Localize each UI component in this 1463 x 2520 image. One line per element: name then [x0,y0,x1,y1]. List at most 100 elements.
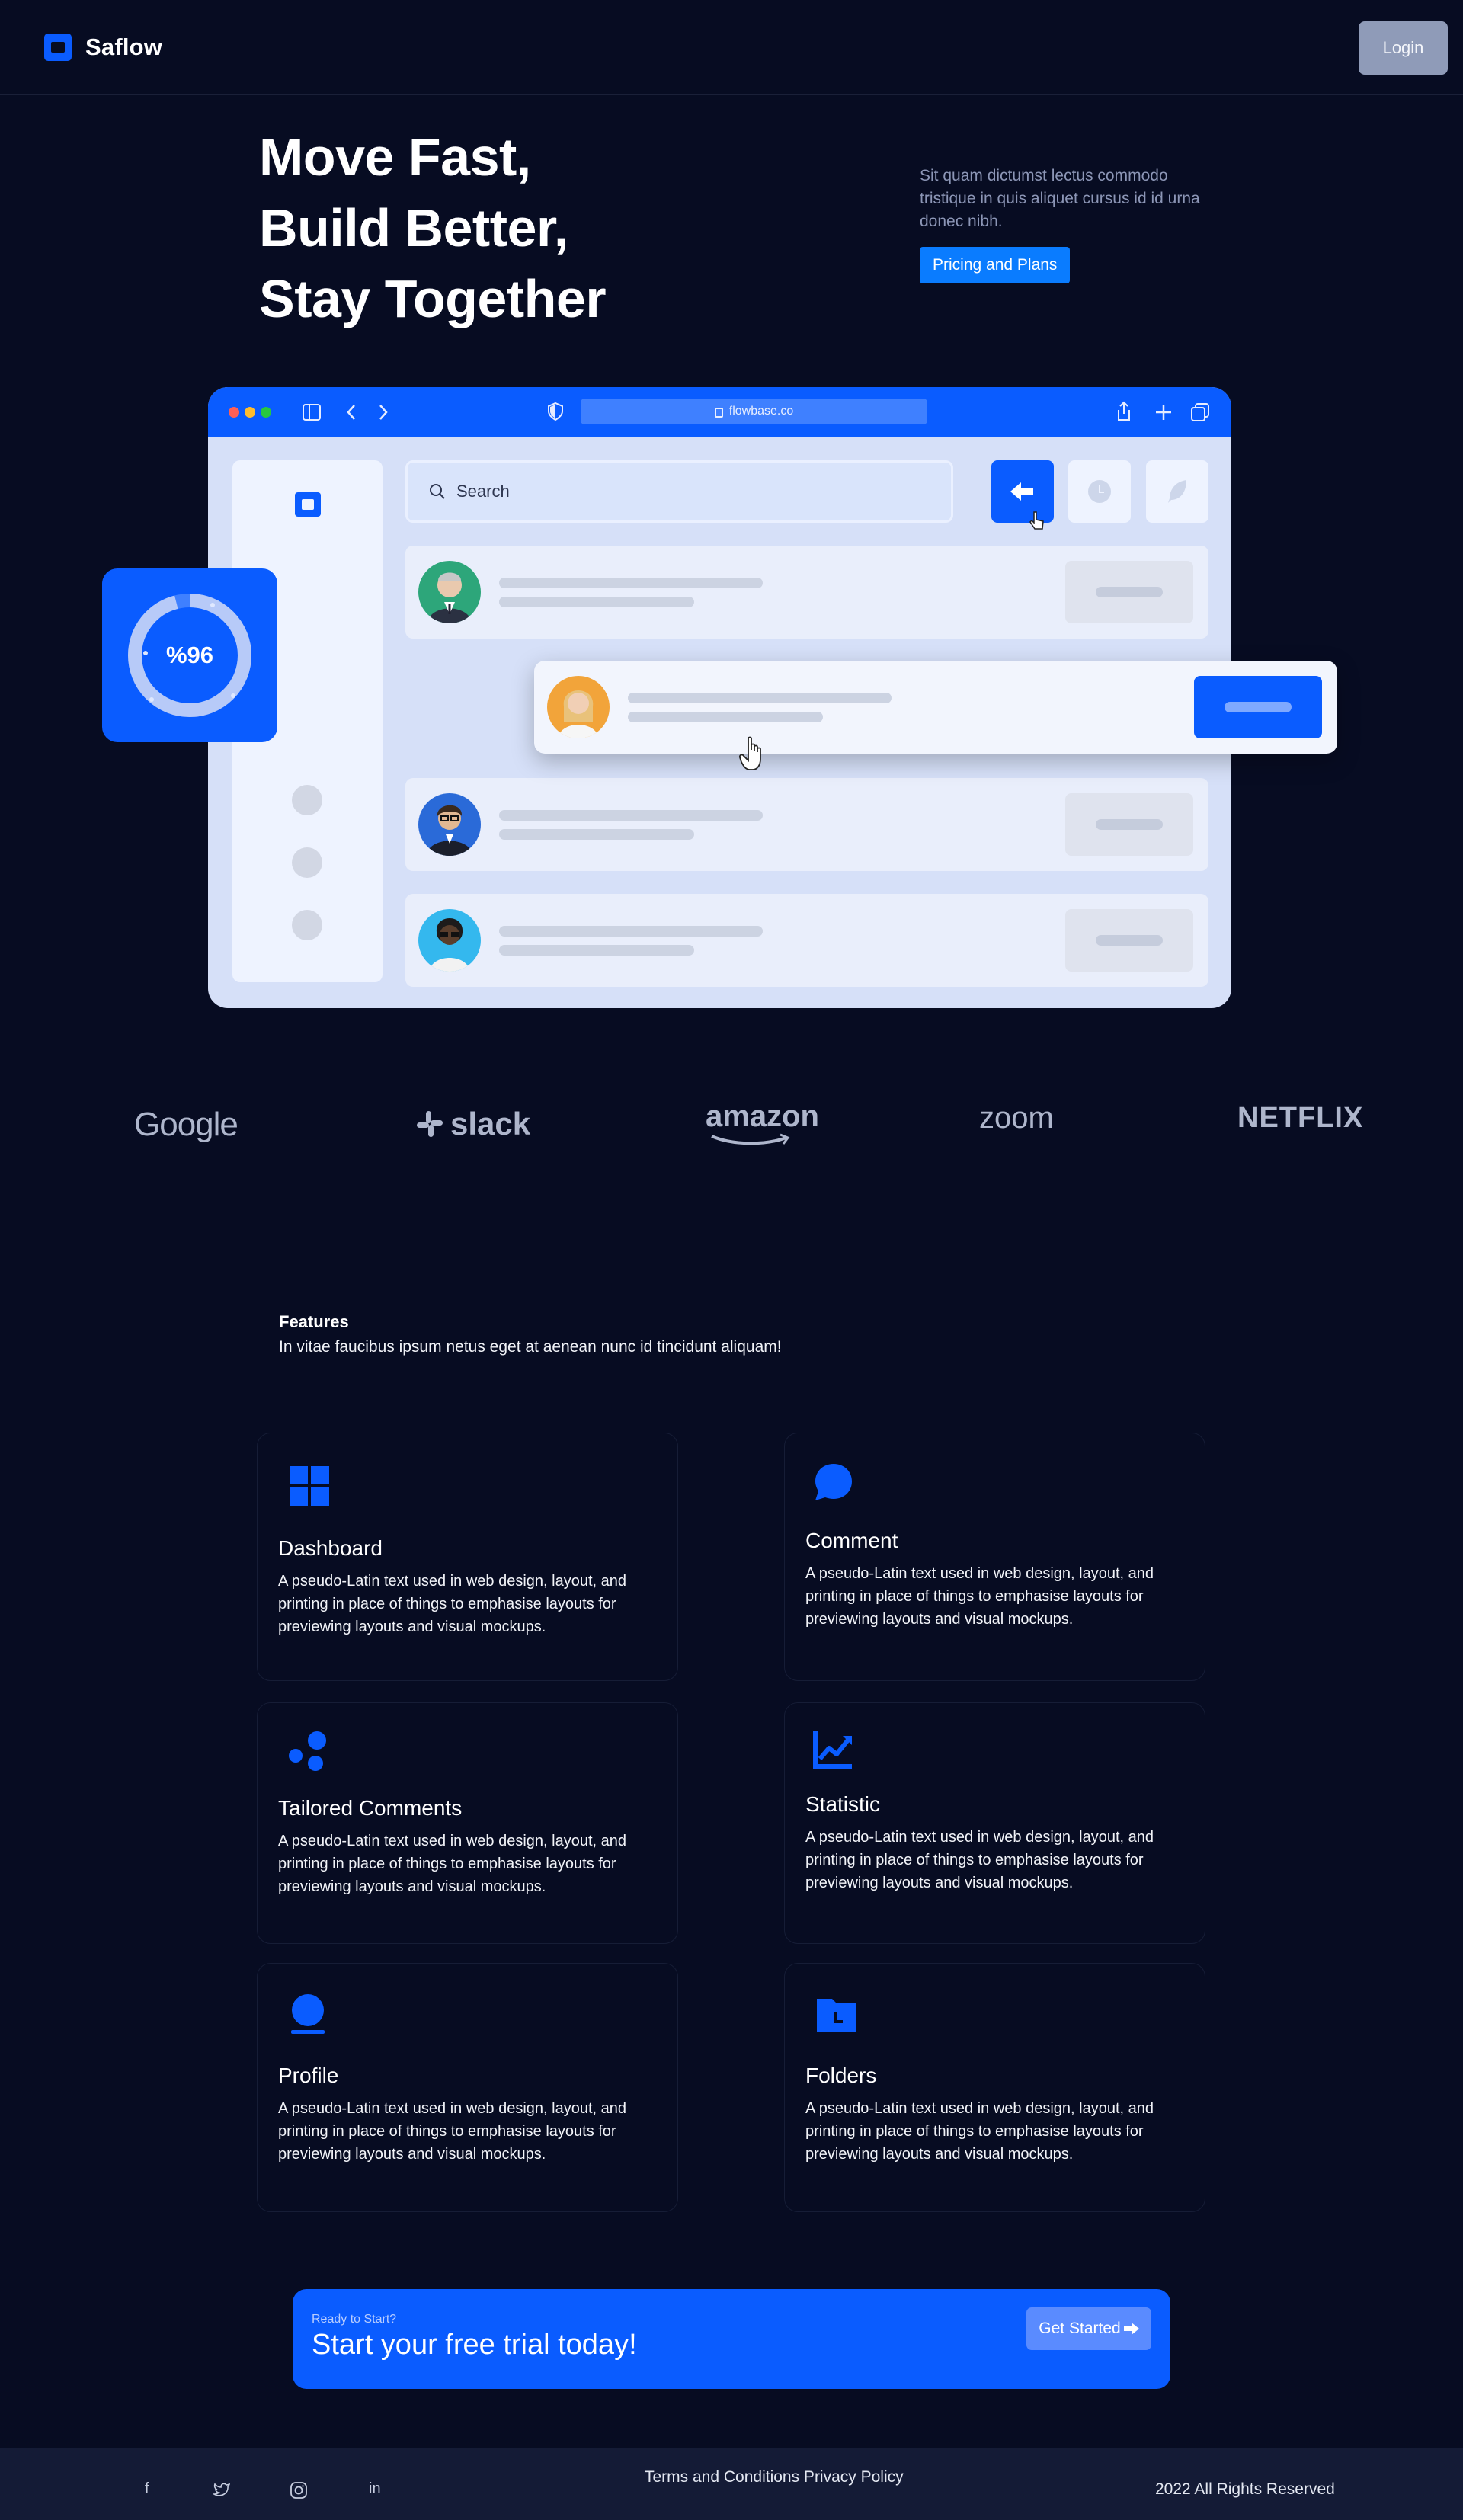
line-chart-icon [813,1731,852,1769]
sidebar-logo-icon [295,492,321,517]
row-action-button[interactable] [1065,909,1193,972]
feature-card-title: Profile [278,2064,339,2087]
browser-toolbar: flowbase.co [208,387,1231,437]
slack-logo-text: slack [450,1106,531,1142]
placeholder-line [499,597,694,607]
row-action-button[interactable] [1065,561,1193,623]
google-logo: Google [134,1106,238,1143]
share-icon [1118,401,1130,421]
clock-button[interactable] [1068,460,1131,523]
placeholder-line [628,712,823,722]
highlighted-list-item[interactable] [534,661,1337,754]
hero-title-line: Stay Together [259,269,607,328]
cta-banner: Ready to Start? Start your free trial to… [293,2289,1170,2389]
feature-card-folders: Folders A pseudo-Latin text used in web … [784,1963,1205,2212]
lock-icon [714,407,723,418]
amazon-logo: amazon [706,1100,819,1145]
placeholder-line [499,829,694,840]
arrow-left-icon [1010,482,1033,501]
login-button[interactable]: Login [1359,21,1448,75]
row-action-button[interactable] [1194,676,1322,738]
feature-card-title: Statistic [805,1792,881,1816]
hero-side: Sit quam dictumst lectus commodo tristiq… [920,165,1209,283]
feather-icon [1168,480,1186,503]
brand[interactable]: Saflow [44,34,162,61]
window-minimize-dot [245,407,255,418]
tabs-overview-icon [1191,403,1209,421]
feature-card-tailored-comments: Tailored Comments A pseudo-Latin text us… [257,1702,678,1944]
hero-title: Move Fast, Build Better, Stay Together [259,122,686,335]
brand-logo-icon [44,34,72,61]
feature-card-title: Dashboard [278,1536,383,1560]
cta-eyebrow: Ready to Start? [312,2313,397,2326]
features-header: Features In vitae faucibus ipsum netus e… [279,1312,782,1356]
window-close-dot [229,407,239,418]
instagram-icon[interactable] [290,2482,307,2499]
search-placeholder: Search [456,482,510,501]
features-title: Features [279,1312,349,1331]
address-url: flowbase.co [728,405,794,418]
hero-title-line: Build Better, [259,198,568,258]
feature-card-dashboard: Dashboard A pseudo-Latin text used in we… [257,1433,678,1681]
pointer-cursor-icon [1029,511,1044,530]
folder-icon [817,1999,856,2032]
window-zoom-dot [261,407,271,418]
slack-icon [417,1111,443,1137]
feature-card-description: A pseudo-Latin text used in web design, … [278,1833,626,1895]
get-started-label: Get Started [1039,2320,1121,2337]
feather-button[interactable] [1146,460,1208,523]
bubbles-icon [289,1731,326,1771]
progress-value: %96 [165,642,214,668]
netflix-logo: NETFLIX [1237,1102,1364,1134]
get-started-button[interactable]: Get Started [1026,2307,1151,2350]
avatar [418,561,481,623]
clock-icon [1088,480,1111,503]
brand-name: Saflow [85,34,163,60]
feature-card-profile: Profile A pseudo-Latin text used in web … [257,1963,678,2212]
mock-search-input[interactable]: Search [405,460,953,523]
feature-card-title: Comment [805,1529,898,1552]
feature-card-description: A pseudo-Latin text used in web design, … [278,1573,626,1635]
dashboard-grid-icon [290,1466,329,1506]
facebook-icon[interactable]: f [145,2480,149,2498]
search-icon [430,484,445,499]
footer: f in Terms and Conditions Privacy Policy… [0,2448,1463,2520]
list-item[interactable] [405,894,1208,987]
placeholder-line [499,578,763,588]
shield-icon [548,402,563,421]
linkedin-icon[interactable]: in [369,2480,381,2498]
feature-card-description: A pseudo-Latin text used in web design, … [805,1565,1154,1628]
arrow-right-icon [1123,2323,1139,2335]
feature-card-title: Tailored Comments [278,1796,463,1820]
progress-gauge-card: %96 [102,568,277,742]
hand-cursor-icon [739,736,761,770]
sidebar-nav-dot[interactable] [292,847,322,878]
back-chevron-icon [347,405,355,420]
footer-links[interactable]: Terms and Conditions Privacy Policy [645,2468,904,2486]
user-profile-icon [291,1994,325,2034]
avatar [418,909,481,972]
placeholder-line [628,693,892,703]
copyright: 2022 All Rights Reserved [1155,2480,1335,2498]
avatar [547,676,610,738]
feature-card-comment: Comment A pseudo-Latin text used in web … [784,1433,1205,1681]
new-tab-plus-icon [1156,405,1171,420]
cta-headline: Start your free trial today! [312,2329,637,2361]
avatar [418,793,481,856]
feature-card-description: A pseudo-Latin text used in web design, … [805,2100,1154,2163]
list-item[interactable] [405,546,1208,639]
row-action-button[interactable] [1065,793,1193,856]
feature-card-description: A pseudo-Latin text used in web design, … [278,2100,626,2163]
features-subtitle: In vitae faucibus ipsum netus eget at ae… [279,1338,782,1356]
zoom-logo: zoom [979,1101,1054,1135]
amazon-logo-text: amazon [706,1100,819,1133]
address-bar[interactable]: flowbase.co [581,399,927,424]
twitter-icon[interactable] [213,2482,230,2496]
pricing-button[interactable]: Pricing and Plans [920,247,1071,283]
list-item[interactable] [405,778,1208,871]
sidebar-nav-dot[interactable] [292,785,322,815]
placeholder-line [499,810,763,821]
feature-card-statistic: Statistic A pseudo-Latin text used in we… [784,1702,1205,1944]
hero-description: Sit quam dictumst lectus commodo tristiq… [920,167,1200,230]
sidebar-nav-dot[interactable] [292,910,322,940]
